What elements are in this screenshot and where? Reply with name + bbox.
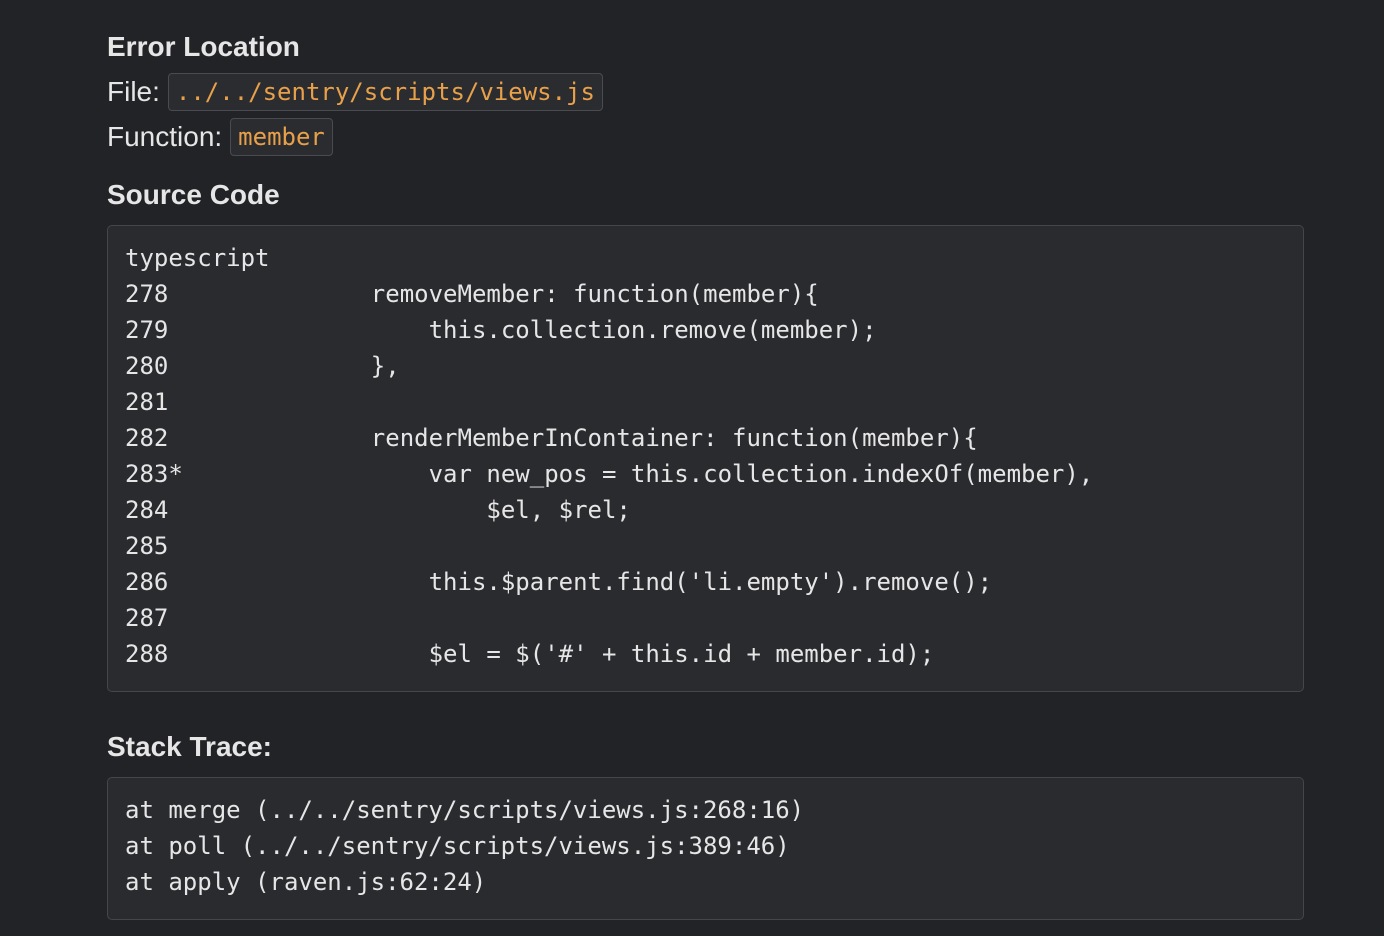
stack-frame: at apply (raven.js:62:24) <box>125 868 487 896</box>
stack-trace-block: at merge (../../sentry/scripts/views.js:… <box>107 777 1304 920</box>
function-row: Function: member <box>107 118 333 156</box>
stack-trace-heading: Stack Trace: <box>107 731 272 762</box>
source-code-heading: Source Code <box>107 179 280 210</box>
line-number: 280 <box>125 352 169 380</box>
line-number: 287 <box>125 604 169 632</box>
line-number: 278 <box>125 280 169 308</box>
line-code: this.collection.remove(member); <box>313 316 877 344</box>
line-code: renderMemberInContainer: function(member… <box>313 424 978 452</box>
line-code: }, <box>313 352 400 380</box>
file-label: File: <box>107 76 160 107</box>
line-code: $el, $rel; <box>313 496 631 524</box>
function-label: Function: <box>107 121 223 152</box>
line-number: 281 <box>125 388 169 416</box>
source-line: 279 this.collection.remove(member); <box>125 312 1286 348</box>
line-number: 279 <box>125 316 169 344</box>
stack-frame: at merge (../../sentry/scripts/views.js:… <box>125 796 805 824</box>
line-code: $el = $('#' + this.id + member.id); <box>313 640 935 668</box>
line-number: 283* <box>125 460 183 488</box>
line-number: 284 <box>125 496 169 524</box>
source-line: 286 this.$parent.find('li.empty').remove… <box>125 564 1286 600</box>
stack-frame: at poll (../../sentry/scripts/views.js:3… <box>125 832 790 860</box>
source-line: 280 }, <box>125 348 1286 384</box>
source-line-highlighted: 283* var new_pos = this.collection.index… <box>125 456 1286 492</box>
source-line: 284 $el, $rel; <box>125 492 1286 528</box>
error-location-heading: Error Location <box>107 31 300 62</box>
source-line: 281 <box>125 384 1286 420</box>
source-line: 278 removeMember: function(member){ <box>125 276 1286 312</box>
line-code: removeMember: function(member){ <box>313 280 819 308</box>
file-row: File: ../../sentry/scripts/views.js <box>107 73 603 111</box>
source-line: 288 $el = $('#' + this.id + member.id); <box>125 636 1286 672</box>
line-code: var new_pos = this.collection.indexOf(me… <box>313 460 1094 488</box>
line-number: 286 <box>125 568 169 596</box>
source-line: 285 <box>125 528 1286 564</box>
code-language-label: typescript <box>125 244 270 272</box>
line-number: 282 <box>125 424 169 452</box>
function-name-chip: member <box>230 118 333 156</box>
line-code: this.$parent.find('li.empty').remove(); <box>313 568 993 596</box>
file-path-chip: ../../sentry/scripts/views.js <box>167 73 603 111</box>
source-line: 287 <box>125 600 1286 636</box>
source-line: 282 renderMemberInContainer: function(me… <box>125 420 1286 456</box>
line-number: 288 <box>125 640 169 668</box>
line-number: 285 <box>125 532 169 560</box>
source-code-block: typescript 278 removeMember: function(me… <box>107 225 1304 692</box>
